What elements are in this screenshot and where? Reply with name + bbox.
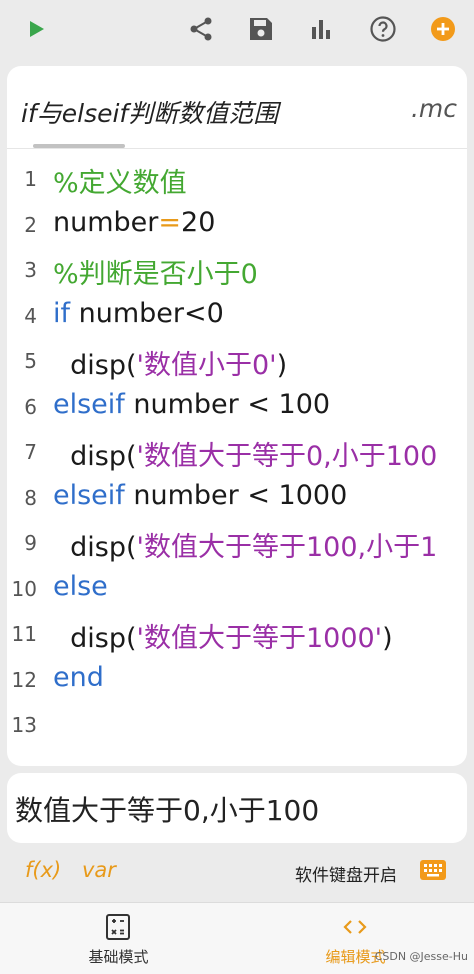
- code-line[interactable]: 8 elseif number < 1000: [7, 477, 467, 522]
- line-number: 3: [24, 258, 37, 282]
- line-number: 5: [24, 349, 37, 373]
- help-icon: [370, 16, 396, 42]
- code-token: number<0: [70, 297, 224, 329]
- code-token: =: [158, 206, 182, 238]
- code-line[interactable]: 5 disp('数值小于0'): [7, 340, 467, 385]
- calculator-icon: [106, 914, 130, 940]
- line-number: 11: [11, 622, 37, 646]
- code-text[interactable]: %定义数值: [53, 161, 187, 200]
- code-text[interactable]: elseif number < 1000: [53, 480, 347, 511]
- code-text[interactable]: disp('数值大于等于100,小于1: [53, 525, 437, 564]
- line-number: 1: [24, 167, 37, 191]
- code-line[interactable]: 6 elseif number < 100: [7, 386, 467, 431]
- share-button[interactable]: [185, 13, 217, 45]
- code-token: %判断是否小于0: [53, 259, 258, 290]
- line-number: 9: [24, 531, 37, 555]
- line-number: 4: [24, 303, 37, 328]
- code-token: '数值大于等于1000': [136, 623, 383, 654]
- code-text[interactable]: end: [53, 662, 104, 693]
- chart-button[interactable]: [305, 13, 337, 45]
- help-button[interactable]: [367, 13, 399, 45]
- code-text[interactable]: disp('数值小于0'): [53, 343, 287, 382]
- code-line[interactable]: 11 disp('数值大于等于1000'): [7, 613, 467, 658]
- keyboard-icon[interactable]: [420, 860, 446, 880]
- line-number: 6: [24, 394, 37, 419]
- code-token: disp(: [53, 623, 137, 654]
- code-brackets-icon: [343, 920, 367, 934]
- line-number: 12: [11, 667, 37, 692]
- line-number: 8: [24, 485, 37, 510]
- output-text: 数值大于等于0,小于100: [15, 794, 320, 827]
- tab-edit-mode[interactable]: 编辑模式: [237, 903, 474, 974]
- output-panel: 数值大于等于0,小于100: [7, 773, 467, 843]
- code-text[interactable]: elseif number < 100: [53, 389, 330, 420]
- file-extension: .mc: [410, 94, 457, 123]
- watermark: CSDN @Jesse-Hu: [374, 950, 468, 963]
- code-token: elseif: [53, 479, 125, 511]
- bottom-navigation: 基础模式 编辑模式: [0, 902, 474, 974]
- keyboard-toggle-label[interactable]: 软件键盘开启: [295, 861, 397, 886]
- code-token: %定义数值: [53, 168, 187, 199]
- code-token: disp(: [53, 441, 137, 472]
- header-divider: [7, 148, 467, 149]
- code-token: else: [53, 570, 108, 602]
- top-toolbar: [0, 0, 474, 58]
- tab-basic-mode-label: 基础模式: [88, 948, 149, 966]
- code-text[interactable]: disp('数值大于等于0,小于100: [53, 434, 437, 473]
- code-token: '数值大于等于100,小于1: [136, 532, 438, 563]
- code-line[interactable]: 7 disp('数值大于等于0,小于100: [7, 431, 467, 476]
- add-icon: [431, 17, 455, 41]
- line-number: 7: [24, 440, 37, 464]
- file-header: if与elseif判断数值范围 .mc: [7, 66, 467, 148]
- line-number: 2: [24, 212, 37, 237]
- code-line[interactable]: 9 disp('数值大于等于100,小于1: [7, 522, 467, 567]
- play-icon: [30, 21, 44, 37]
- code-token: '数值小于0': [136, 350, 277, 381]
- code-token: elseif: [53, 388, 125, 420]
- file-name[interactable]: if与elseif判断数值范围: [21, 94, 278, 130]
- code-text[interactable]: if number<0: [53, 298, 224, 329]
- code-token: 20: [181, 206, 216, 238]
- code-token: ): [276, 350, 288, 381]
- code-token: disp(: [53, 532, 137, 563]
- share-icon: [190, 17, 212, 41]
- code-token: '数值大于等于0,小于100: [136, 441, 438, 472]
- code-text[interactable]: disp('数值大于等于1000'): [53, 616, 393, 655]
- code-token: end: [53, 661, 104, 693]
- tab-basic-mode[interactable]: 基础模式: [0, 903, 237, 974]
- line-number: 13: [11, 713, 37, 737]
- code-editor[interactable]: if与elseif判断数值范围 .mc 1 %定义数值 2 number=20 3 %判断…: [7, 66, 467, 766]
- code-line[interactable]: 1 %定义数值: [7, 158, 467, 203]
- code-text[interactable]: %判断是否小于0: [53, 252, 258, 291]
- code-line[interactable]: 12 end: [7, 659, 467, 704]
- run-button[interactable]: [20, 13, 52, 45]
- code-token: disp(: [53, 350, 137, 381]
- code-token: if: [53, 297, 71, 329]
- code-text[interactable]: number=20: [53, 207, 215, 238]
- code-text[interactable]: else: [53, 571, 108, 602]
- code-line[interactable]: 3 %判断是否小于0: [7, 249, 467, 294]
- add-button[interactable]: [427, 13, 459, 45]
- variable-button[interactable]: var: [82, 858, 116, 882]
- code-token: number < 1000: [124, 479, 348, 511]
- line-number: 10: [11, 576, 37, 601]
- save-icon: [250, 18, 272, 40]
- bar-chart-icon: [312, 20, 330, 39]
- function-button[interactable]: f(x): [25, 858, 61, 882]
- code-line[interactable]: 2 number=20: [7, 204, 467, 249]
- code-token: number: [53, 206, 159, 238]
- code-line[interactable]: 13: [7, 704, 467, 749]
- code-line[interactable]: 4 if number<0: [7, 295, 467, 340]
- code-line[interactable]: 10 else: [7, 568, 467, 613]
- code-token: ): [382, 623, 393, 654]
- quick-bar: f(x) var 软件键盘开启: [0, 850, 474, 894]
- code-token: number < 100: [124, 388, 331, 420]
- save-button[interactable]: [245, 13, 277, 45]
